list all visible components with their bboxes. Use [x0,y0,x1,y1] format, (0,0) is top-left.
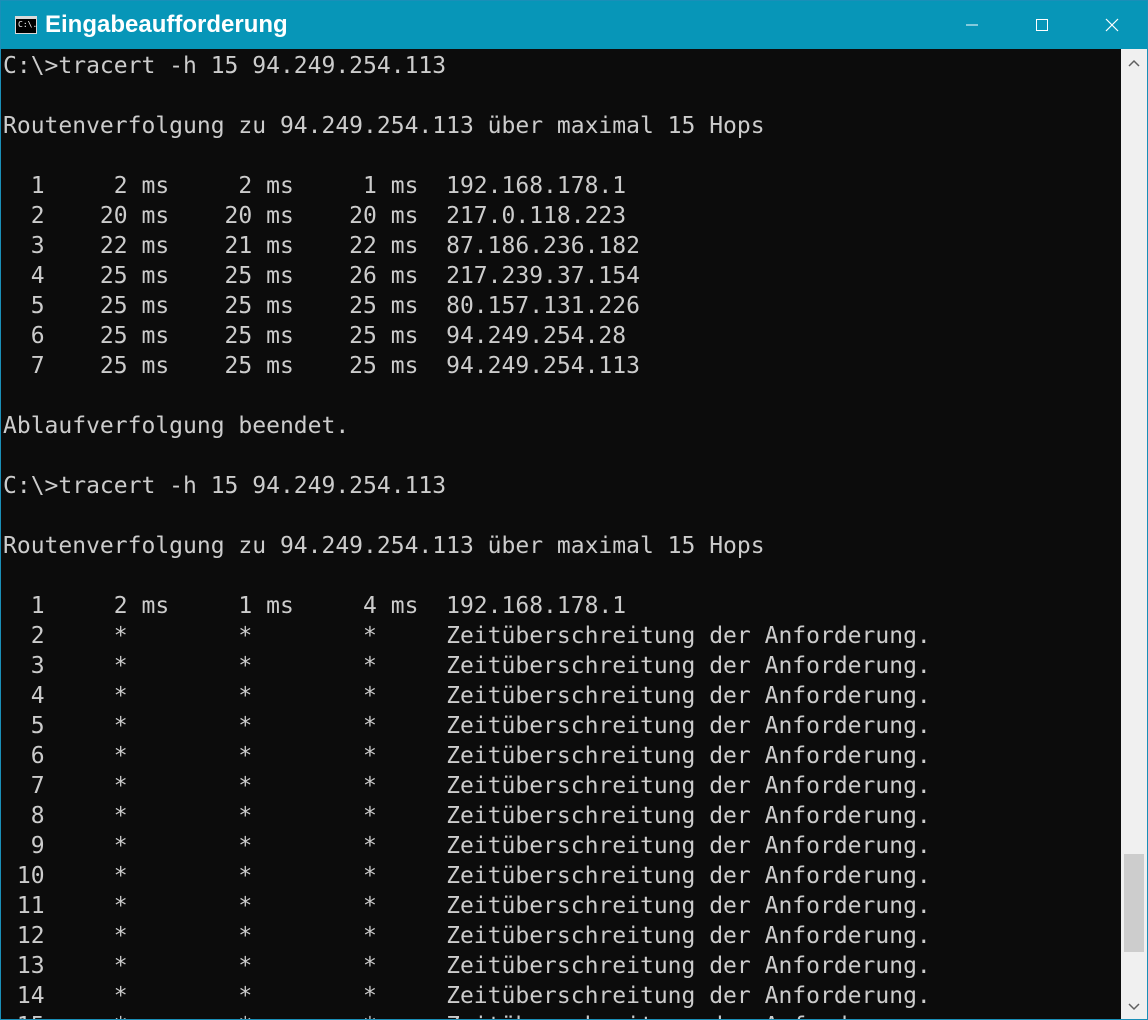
terminal-line: 13 * * * Zeitüberschreitung der Anforder… [3,953,931,979]
terminal-line: 10 * * * Zeitüberschreitung der Anforder… [3,863,931,889]
terminal-line: C:\>tracert -h 15 94.249.254.113 [3,53,447,79]
console-app-icon[interactable]: C:\. [15,16,37,34]
chevron-down-icon [1128,1003,1140,1011]
scroll-up-button[interactable] [1121,49,1147,77]
terminal-output[interactable]: C:\>tracert -h 15 94.249.254.113 Routenve… [1,49,1121,1019]
terminal-line: 4 25 ms 25 ms 26 ms 217.239.37.154 [3,263,640,289]
terminal-line: 7 * * * Zeitüberschreitung der Anforderu… [3,773,931,799]
terminal-line: Routenverfolgung zu 94.249.254.113 über … [3,113,765,139]
scrollbar-thumb[interactable] [1124,854,1144,953]
terminal-line: 7 25 ms 25 ms 25 ms 94.249.254.113 [3,353,640,379]
window-title: Eingabeaufforderung [45,11,288,38]
terminal-line: C:\>tracert -h 15 94.249.254.113 [3,473,447,499]
terminal-line: 9 * * * Zeitüberschreitung der Anforderu… [3,833,931,859]
terminal-line: 5 25 ms 25 ms 25 ms 80.157.131.226 [3,293,640,319]
console-window: C:\. Eingabeaufforderung C:\>tracert -h … [0,0,1148,1020]
terminal-line: Ablaufverfolgung beendet. [3,413,350,439]
maximize-button[interactable] [1007,1,1077,49]
close-button[interactable] [1077,1,1147,49]
minimize-icon [966,24,978,26]
terminal-line: 11 * * * Zeitüberschreitung der Anforder… [3,893,931,919]
terminal-line: 1 2 ms 2 ms 1 ms 192.168.178.1 [3,173,627,199]
terminal-line: 3 22 ms 21 ms 22 ms 87.186.236.182 [3,233,640,259]
maximize-icon [1036,19,1048,31]
terminal-line: 15 * * * Zeitüberschreitung der Anforder… [3,1011,1121,1019]
terminal-line: 14 * * * Zeitüberschreitung der Anforder… [3,983,931,1009]
chevron-up-icon [1128,59,1140,67]
terminal-line: 6 25 ms 25 ms 25 ms 94.249.254.28 [3,323,627,349]
terminal-line: 5 * * * Zeitüberschreitung der Anforderu… [3,713,931,739]
vertical-scrollbar[interactable] [1121,49,1147,1019]
scroll-down-button[interactable] [1121,993,1147,1019]
terminal-line: 8 * * * Zeitüberschreitung der Anforderu… [3,803,931,829]
terminal-line: 2 * * * Zeitüberschreitung der Anforderu… [3,623,931,649]
minimize-button[interactable] [937,1,1007,49]
close-icon [1105,18,1119,32]
terminal-line: 3 * * * Zeitüberschreitung der Anforderu… [3,653,931,679]
terminal-line: 1 2 ms 1 ms 4 ms 192.168.178.1 [3,593,627,619]
terminal-line: Routenverfolgung zu 94.249.254.113 über … [3,533,765,559]
terminal-line: 12 * * * Zeitüberschreitung der Anforder… [3,923,931,949]
terminal-line: 4 * * * Zeitüberschreitung der Anforderu… [3,683,931,709]
terminal-line: 6 * * * Zeitüberschreitung der Anforderu… [3,743,931,769]
terminal-line: 2 20 ms 20 ms 20 ms 217.0.118.223 [3,203,627,229]
title-bar[interactable]: C:\. Eingabeaufforderung [1,1,1147,49]
